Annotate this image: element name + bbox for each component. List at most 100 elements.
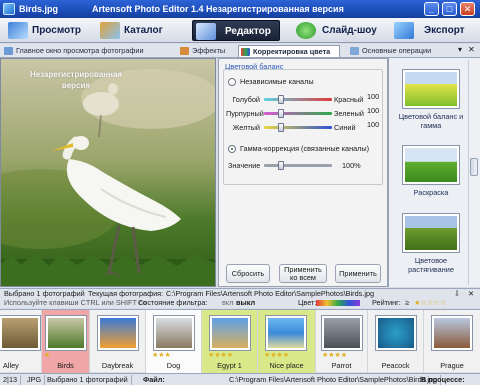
reset-button[interactable]: Сбросить [226,264,270,283]
preset-color-stretch[interactable]: Цветовое растягивание [394,214,468,274]
file-label: Файл: [143,375,165,384]
filter-state-label: Состояние фильтра: [138,298,208,307]
rating-star-icon: ★ [44,352,51,359]
film-item-alley[interactable]: Alley [0,310,42,373]
film-item-daybreak[interactable]: Daybreak [90,310,146,373]
value-label: Значение [228,161,261,170]
title-bar: Birds.jpg Artensoft Photo Editor 1.4 Нез… [0,0,480,18]
gamma-value: 100% [342,161,361,170]
photo-view[interactable]: Незарегистрированная версия [0,58,216,287]
thumbnail-image [210,316,250,350]
minimize-button[interactable]: _ [424,2,439,16]
status-bar: 2|13 JPG Выбрано 1 фотографий Файл: C:\P… [0,373,480,385]
preset-color-balance[interactable]: Цветовой баланс и гамма [394,70,468,130]
filmstrip: Alley ★ Birds Daybreak ★★★ Dog ★★★★ Egyp… [0,309,480,373]
apply-button[interactable]: Применить [335,264,381,283]
color-filter-swatches[interactable] [316,300,360,306]
mode-preview-button[interactable]: Просмотр [8,20,88,41]
tab-basic-operations[interactable]: Основные операции [350,45,448,57]
thumbnail-image [432,316,472,350]
export-icon [394,22,414,39]
channels-group: Независимые каналы Голубой Красный 100 П… [223,69,383,185]
channel-value: 100 [367,120,380,129]
presets-scrollbar[interactable] [468,60,478,285]
thumbnail-image [0,316,40,350]
gamma-track [264,164,332,167]
bird-photo [1,59,215,286]
cyan-red-slider[interactable] [278,95,284,104]
color-icon [241,48,250,56]
progress-label: В процессе: [421,375,465,384]
film-item-prague[interactable]: Prague [424,310,480,373]
apply-all-line2: ко всем [290,273,316,282]
filter-on-button[interactable]: вкл [222,298,233,308]
rating-operator[interactable]: ≥ [405,298,409,308]
film-item-peacock[interactable]: Peacock [368,310,424,373]
gamma-slider[interactable] [278,161,284,170]
window-title: Artensoft Photo Editor 1.4 Незарегистрир… [92,4,344,14]
tab-close-button[interactable]: ✕ [468,45,475,54]
cyan-red-track [264,98,332,101]
preset-label: Раскраска [413,188,449,197]
tab-dropdown-button[interactable]: ▾ [458,45,462,54]
tab-color-correction[interactable]: Корректировка цвета [238,45,340,57]
mode-catalog-button[interactable]: Каталог [100,20,180,41]
catalog-icon [100,22,120,39]
rating-stars-icon[interactable]: ★☆☆☆☆ [414,298,447,308]
magenta-green-slider[interactable] [278,109,284,118]
file-path: C:\Program Files\Artensoft Photo Editor\… [226,375,442,385]
film-item-name: Prague [440,361,464,370]
gamma-correction-radio[interactable] [228,145,236,153]
info-bar: Выбрано 1 фотографий Текущая фотография:… [0,288,480,298]
preset-coloring[interactable]: Раскраска [394,146,468,197]
thumbnail-image [376,316,416,350]
channel-value: 100 [367,92,380,101]
status-selected: Выбрано 1 фотографий [44,375,132,385]
thumbnail-image [46,316,86,350]
tab-effects[interactable]: Эффекты [180,45,230,57]
filter-off-button[interactable]: выкл [236,298,255,308]
channel-left-label: Пурпурный [226,109,264,118]
channel-left-label: Голубой [232,95,260,104]
mode-slideshow-button[interactable]: Слайд-шоу [296,20,382,41]
close-button[interactable]: ✕ [460,2,475,16]
film-item-name: Dog [166,361,181,370]
thumbnail-image [322,316,362,350]
channel-right-label: Синий [334,123,356,132]
operations-icon [350,47,359,55]
apply-all-button[interactable]: Применить ко всем [279,264,327,283]
mode-editor-button[interactable]: Редактор [192,20,280,41]
thumbnail-image [98,316,138,350]
thumbnail-image [266,316,306,350]
film-item-name: Birds [57,361,74,370]
yellow-blue-track [264,126,332,129]
preview-icon [8,22,28,39]
effects-icon [180,47,189,55]
independent-channels-label: Независимые каналы [240,77,314,86]
film-item-egypt-1[interactable]: ★★★★ Egypt 1 [202,310,258,373]
film-item-name: Daybreak [101,361,134,370]
channel-left-label: Желтый [232,123,260,132]
preset-thumbnail [403,70,459,108]
mode-export-button[interactable]: Экспорт [394,20,476,41]
sub-tab-bar: Главное окно просмотра фотографии Эффект… [0,44,480,58]
gamma-correction-label: Гамма-коррекция (связанные каналы) [240,144,370,153]
preset-label: Цветовое растягивание [408,256,454,274]
independent-channels-radio[interactable] [228,78,236,86]
film-item-parrot[interactable]: ★★★★ Parrot [316,310,368,373]
watermark-text: Незарегистрированная версия [29,70,123,90]
rating-star-icon: ★★★★ [208,352,234,359]
film-item-birds[interactable]: ★ Birds [42,310,90,373]
image-size: 2|13 [0,375,22,385]
mode-label: Экспорт [424,25,465,36]
film-item-dog[interactable]: ★★★ Dog [146,310,202,373]
maximize-button[interactable]: □ [442,2,457,16]
film-item-name: Peacock [381,361,410,370]
yellow-blue-slider[interactable] [278,123,284,132]
film-item-nice-place[interactable]: ★★★★ Nice place [258,310,316,373]
scrollbar-thumb[interactable] [470,158,478,176]
tab-main-view[interactable]: Главное окно просмотра фотографии [4,45,162,57]
rating-star-icon: ★★★★ [264,352,290,359]
mode-toolbar: Просмотр Каталог Редактор Слайд-шоу Эксп… [0,18,480,43]
mode-label: Редактор [225,26,271,37]
